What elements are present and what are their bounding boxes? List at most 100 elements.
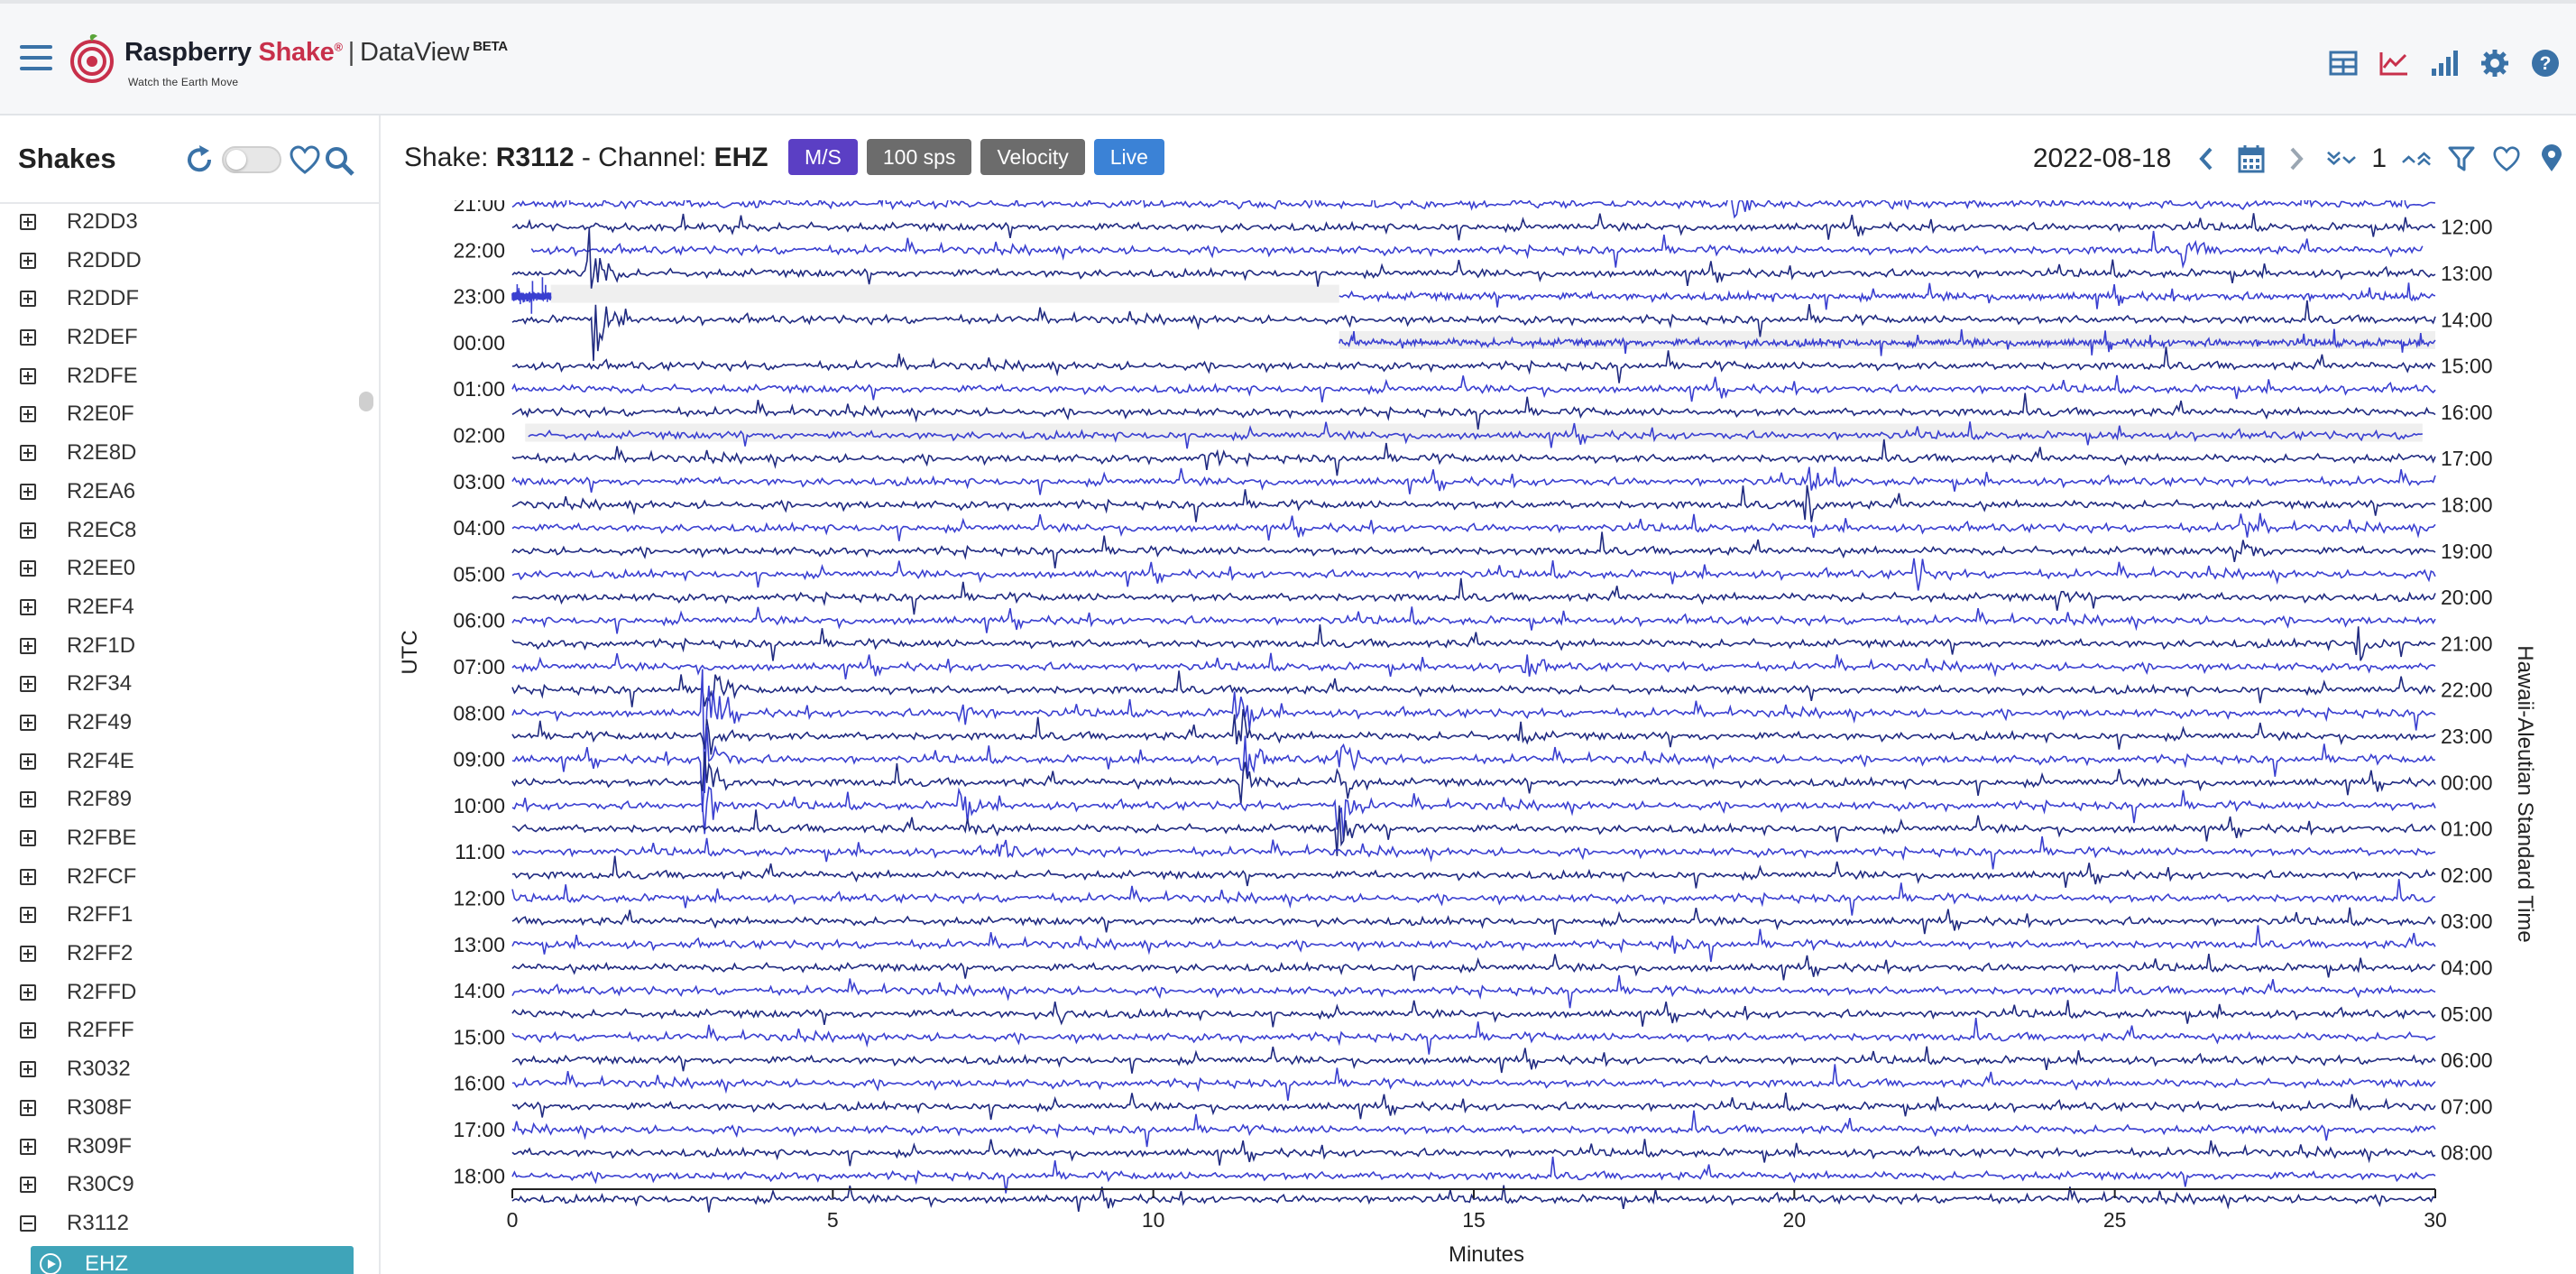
shake-list-item[interactable]: R2F49 bbox=[0, 705, 354, 743]
filter-icon[interactable] bbox=[2446, 143, 2477, 174]
channel-item-active[interactable]: EHZ bbox=[31, 1245, 354, 1274]
shake-list-item[interactable]: R2EC8 bbox=[0, 512, 354, 551]
expand-plus-icon[interactable] bbox=[20, 214, 36, 230]
location-pin-icon[interactable] bbox=[2536, 143, 2567, 174]
badge-100-sps[interactable]: 100 sps bbox=[866, 139, 972, 175]
heart-icon[interactable] bbox=[289, 144, 321, 177]
bar-chart-icon[interactable] bbox=[2428, 47, 2461, 79]
utc-hour-label: 06:00 bbox=[453, 609, 505, 632]
shake-list-item[interactable]: R2FFF bbox=[0, 1012, 354, 1051]
search-icon[interactable] bbox=[323, 144, 355, 177]
shake-list-item[interactable]: R2FF2 bbox=[0, 936, 354, 974]
trace-line bbox=[511, 670, 2436, 707]
expand-plus-icon[interactable] bbox=[20, 637, 36, 654]
shake-list-item[interactable]: R2F89 bbox=[0, 781, 354, 820]
expand-plus-icon[interactable] bbox=[20, 1061, 36, 1078]
local-hour-label: 04:00 bbox=[2441, 956, 2493, 979]
favorite-heart-icon[interactable] bbox=[2491, 143, 2522, 174]
expand-plus-icon[interactable] bbox=[20, 1177, 36, 1194]
menu-icon[interactable] bbox=[20, 45, 52, 72]
expand-plus-icon[interactable] bbox=[20, 406, 36, 423]
refresh-icon[interactable] bbox=[182, 143, 216, 177]
shake-list-item[interactable]: R2FCF bbox=[0, 859, 354, 898]
expand-plus-icon[interactable] bbox=[20, 1022, 36, 1039]
live-toggle[interactable] bbox=[222, 146, 281, 173]
expand-plus-icon[interactable] bbox=[20, 714, 36, 731]
expand-plus-icon[interactable] bbox=[20, 1099, 36, 1116]
shake-list-item[interactable]: R2FBE bbox=[0, 820, 354, 859]
sidebar-scrollbar[interactable] bbox=[359, 392, 373, 411]
expand-plus-icon[interactable] bbox=[20, 676, 36, 693]
shake-list-item[interactable]: R2F4E bbox=[0, 743, 354, 782]
trace-line bbox=[1339, 282, 2436, 310]
expand-plus-icon[interactable] bbox=[20, 560, 36, 577]
chevron-right-icon[interactable] bbox=[2281, 143, 2312, 174]
channel-label: EHZ bbox=[85, 1251, 128, 1274]
expand-plus-icon[interactable] bbox=[20, 1138, 36, 1155]
utc-hour-label: 03:00 bbox=[453, 470, 505, 494]
shake-list-item[interactable]: R2EA6 bbox=[0, 474, 354, 512]
shake-list-item[interactable]: R2DDF bbox=[0, 281, 354, 319]
line-chart-icon[interactable] bbox=[2378, 47, 2410, 79]
shake-list-item[interactable]: R308F bbox=[0, 1090, 354, 1129]
shake-id-label: R3032 bbox=[67, 1057, 131, 1082]
expand-plus-icon[interactable] bbox=[20, 598, 36, 615]
local-hour-label: 22:00 bbox=[2441, 679, 2493, 702]
expand-plus-icon[interactable] bbox=[20, 445, 36, 462]
badge-velocity[interactable]: Velocity bbox=[980, 139, 1085, 175]
expand-plus-icon[interactable] bbox=[20, 522, 36, 539]
collapse-minus-icon[interactable] bbox=[20, 1214, 36, 1232]
trace-line bbox=[511, 1046, 2436, 1074]
expand-plus-icon[interactable] bbox=[20, 946, 36, 963]
shake-list-item[interactable]: R30C9 bbox=[0, 1167, 354, 1205]
shake-list-item[interactable]: R2E0F bbox=[0, 396, 354, 435]
trace-line bbox=[511, 925, 2436, 963]
double-chevron-up-icon[interactable] bbox=[2401, 143, 2432, 174]
shake-list-item[interactable]: R2F34 bbox=[0, 666, 354, 705]
shake-list-item[interactable]: R2E8D bbox=[0, 435, 354, 474]
trace-line bbox=[511, 1018, 2436, 1055]
shake-id-label: R2F1D bbox=[67, 632, 136, 658]
shake-list-item[interactable]: R2F1D bbox=[0, 628, 354, 667]
help-icon[interactable]: ? bbox=[2529, 47, 2562, 79]
shake-id-label: R2EF4 bbox=[67, 594, 134, 619]
local-hour-label: 19:00 bbox=[2441, 540, 2493, 563]
helicorder-plot[interactable]: 0 5 10 15 20 25 30 21:00 22:00 23:00 00:00 01:00 02… bbox=[381, 200, 2576, 1274]
calendar-icon[interactable] bbox=[2236, 143, 2267, 174]
shake-list-item[interactable]: R3032 bbox=[0, 1051, 354, 1090]
table-icon[interactable] bbox=[2327, 47, 2360, 79]
expand-plus-icon[interactable] bbox=[20, 367, 36, 384]
shake-list-item[interactable]: R2FF1 bbox=[0, 897, 354, 936]
expand-plus-icon[interactable] bbox=[20, 752, 36, 770]
badge-m-s[interactable]: M/S bbox=[788, 139, 858, 175]
expand-plus-icon[interactable] bbox=[20, 830, 36, 846]
brand-title[interactable]: Raspberry Shake® | DataView BETA bbox=[124, 38, 508, 68]
channel-badges: M/S 100 sps Velocity Live bbox=[788, 139, 1164, 175]
expand-plus-icon[interactable] bbox=[20, 907, 36, 924]
badge-live[interactable]: Live bbox=[1093, 139, 1164, 175]
shake-id-label: R2EC8 bbox=[67, 517, 137, 542]
expand-plus-icon[interactable] bbox=[20, 868, 36, 885]
shake-channel-label: Shake: R3112 - Channel: EHZ bbox=[404, 143, 768, 173]
shake-list-item[interactable]: R2DEF bbox=[0, 319, 354, 358]
utc-hour-label: 13:00 bbox=[453, 933, 505, 956]
shake-list-item-expanded[interactable]: R3112 bbox=[0, 1205, 354, 1244]
double-chevron-down-icon[interactable] bbox=[2326, 143, 2357, 174]
gear-icon[interactable] bbox=[2479, 47, 2511, 79]
chevron-left-icon[interactable] bbox=[2191, 143, 2222, 174]
shake-list-item[interactable]: R2DDD bbox=[0, 243, 354, 282]
local-hour-label: 21:00 bbox=[2441, 632, 2493, 655]
expand-plus-icon[interactable] bbox=[20, 252, 36, 269]
shake-list-item[interactable]: R2EE0 bbox=[0, 550, 354, 589]
expand-plus-icon[interactable] bbox=[20, 483, 36, 500]
shake-list-item[interactable]: R2DFE bbox=[0, 358, 354, 397]
shake-list-item[interactable]: R309F bbox=[0, 1129, 354, 1168]
trace-line bbox=[511, 466, 2436, 495]
shake-list-item[interactable]: R2FFD bbox=[0, 974, 354, 1013]
expand-plus-icon[interactable] bbox=[20, 791, 36, 808]
expand-plus-icon[interactable] bbox=[20, 329, 36, 346]
expand-plus-icon[interactable] bbox=[20, 291, 36, 308]
shake-list-item[interactable]: R2EF4 bbox=[0, 589, 354, 628]
expand-plus-icon[interactable] bbox=[20, 983, 36, 1001]
shake-list-item[interactable]: R2DD3 bbox=[0, 204, 354, 243]
